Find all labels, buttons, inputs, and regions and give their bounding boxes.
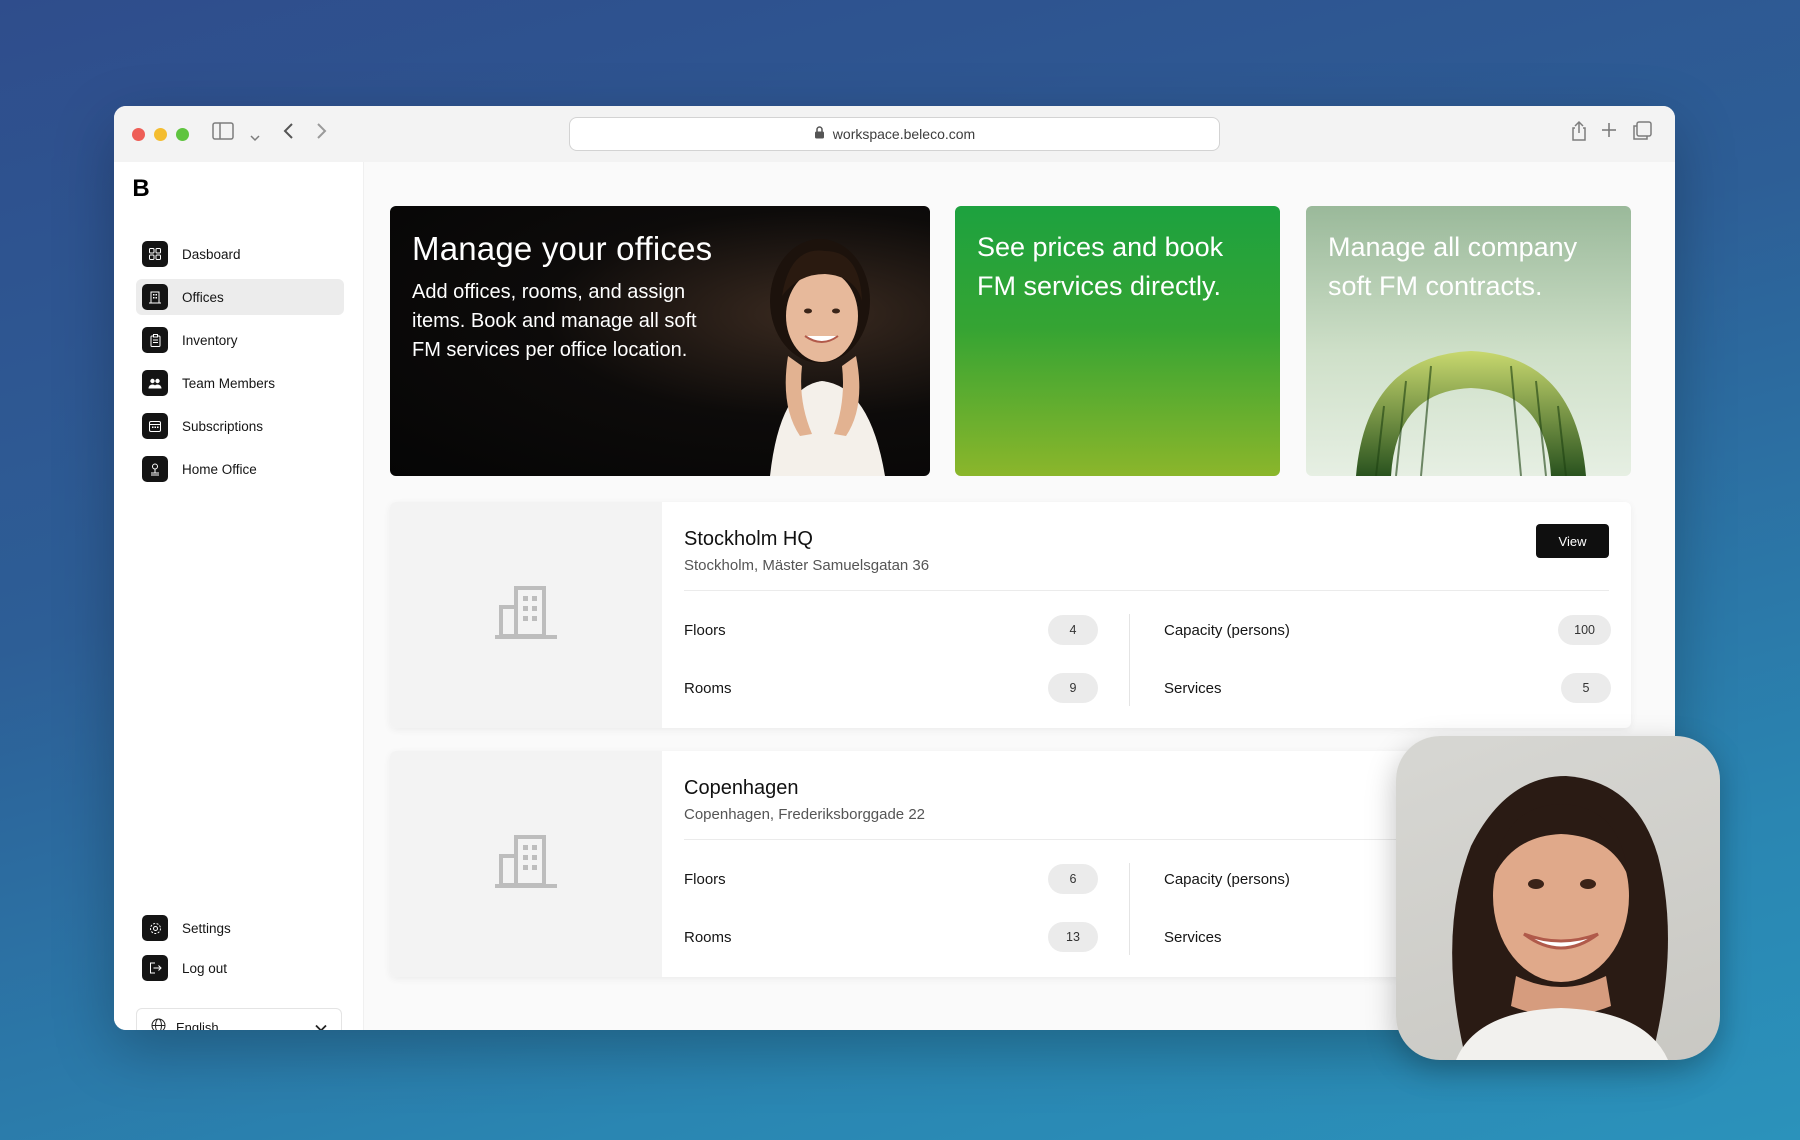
sidebar-item-label: Inventory [182, 332, 238, 348]
stat-value: 9 [1048, 673, 1098, 703]
stat-label: Floors [684, 621, 726, 639]
sidebar-item-logout[interactable]: Log out [136, 950, 344, 986]
office-name: Stockholm HQ [684, 528, 813, 550]
view-office-button[interactable]: View [1536, 524, 1609, 558]
chevron-down-icon[interactable] [250, 126, 260, 147]
stat-value: 6 [1048, 864, 1098, 894]
clipboard-icon [142, 327, 168, 353]
brand-logo[interactable]: B [124, 172, 158, 206]
sidebar-toggle-icon[interactable] [212, 122, 234, 145]
forward-icon[interactable] [316, 122, 328, 145]
sidebar-item-home-office[interactable]: Home Office [136, 451, 344, 487]
stat-label: Services [1164, 928, 1222, 946]
office-card[interactable]: Stockholm HQ Stockholm, Mäster Samuelsga… [390, 502, 1631, 728]
chevron-down-icon [315, 1020, 327, 1030]
sidebar-item-label: Subscriptions [182, 418, 264, 434]
divider [1129, 614, 1130, 706]
divider [684, 590, 1609, 591]
tabs-overview-icon[interactable] [1632, 121, 1652, 146]
stat-floors: Floors 6 [684, 863, 1098, 895]
stat-value: 5 [1561, 673, 1611, 703]
stat-floors: Floors 4 [684, 614, 1098, 646]
stat-label: Rooms [684, 679, 732, 697]
globe-icon [151, 1018, 166, 1030]
desk-icon [142, 456, 168, 482]
office-name: Copenhagen [684, 777, 799, 799]
stat-label: Rooms [684, 928, 732, 946]
grid-icon [142, 241, 168, 267]
video-call-bubble[interactable] [1396, 736, 1720, 1060]
grass-arch-image [1356, 351, 1586, 476]
sidebar-bottom-nav: Settings Log out [136, 910, 344, 990]
woman-portrait-image [1452, 776, 1668, 1060]
office-details: Stockholm HQ Stockholm, Mäster Samuelsga… [662, 502, 1631, 728]
minimize-window-button[interactable] [154, 127, 167, 141]
stat-label: Services [1164, 679, 1222, 697]
sidebar-item-offices[interactable]: Offices [136, 279, 344, 315]
gear-icon [142, 915, 168, 941]
hero-text: See prices and book FM services directly… [977, 232, 1224, 301]
new-tab-icon[interactable] [1601, 122, 1617, 143]
browser-titlebar: workspace.beleco.com [114, 106, 1675, 162]
sidebar-item-label: Home Office [182, 461, 257, 477]
sidebar-item-inventory[interactable]: Inventory [136, 322, 344, 358]
stat-label: Capacity (persons) [1164, 621, 1290, 639]
maximize-window-button[interactable] [176, 127, 189, 141]
stat-services: Services 5 [1164, 672, 1611, 704]
stat-rooms: Rooms 13 [684, 921, 1098, 953]
office-address: Stockholm, Mäster Samuelsgatan 36 [684, 557, 930, 574]
address-bar[interactable]: workspace.beleco.com [569, 117, 1220, 151]
stat-value: 4 [1048, 615, 1098, 645]
sidebar-item-label: Dasboard [182, 246, 241, 262]
sidebar-item-label: Settings [182, 920, 231, 936]
language-select[interactable]: English [136, 1008, 342, 1030]
stat-rooms: Rooms 9 [684, 672, 1098, 704]
building-icon [495, 585, 557, 646]
stat-capacity: Capacity (persons) 100 [1164, 614, 1611, 646]
sidebar-nav: Dasboard Offices Inventory Team Members [136, 236, 344, 494]
lock-icon [814, 126, 825, 142]
office-thumbnail [390, 502, 662, 728]
stat-label: Capacity (persons) [1164, 870, 1290, 888]
sidebar-item-subscriptions[interactable]: Subscriptions [136, 408, 344, 444]
office-thumbnail [390, 751, 662, 977]
stat-value: 13 [1048, 922, 1098, 952]
people-icon [142, 370, 168, 396]
hero-card-book-services[interactable]: See prices and book FM services directly… [955, 206, 1280, 476]
close-window-button[interactable] [132, 127, 145, 141]
url-text: workspace.beleco.com [832, 126, 976, 142]
sidebar-item-dashboard[interactable]: Dasboard [136, 236, 344, 272]
sidebar-item-label: Offices [182, 289, 224, 305]
woman-portrait-image [770, 239, 885, 476]
sidebar-item-label: Log out [182, 960, 228, 976]
back-icon[interactable] [282, 122, 294, 145]
office-address: Copenhagen, Frederiksborggade 22 [684, 806, 926, 823]
hero-card-contracts[interactable]: Manage all company soft FM contracts. [1306, 206, 1631, 476]
calendar-icon [142, 413, 168, 439]
sidebar-item-label: Team Members [182, 375, 276, 391]
sidebar-item-team-members[interactable]: Team Members [136, 365, 344, 401]
hero-text: Add offices, rooms, and assign items. Bo… [412, 281, 697, 361]
hero-card-offices[interactable]: Manage your offices Add offices, rooms, … [390, 206, 930, 476]
sidebar-item-settings[interactable]: Settings [136, 910, 344, 946]
logout-icon [142, 955, 168, 981]
window-controls [132, 127, 189, 141]
hero-title: Manage your offices [412, 230, 713, 267]
sidebar: B Dasboard Offices Inventory Team Member… [114, 162, 364, 1030]
hero-text: Manage all company soft FM contracts. [1328, 232, 1578, 301]
building-icon [142, 284, 168, 310]
share-icon[interactable] [1570, 120, 1588, 147]
language-value: English [176, 1019, 219, 1031]
stat-value: 100 [1558, 615, 1611, 645]
divider [1129, 863, 1130, 955]
building-icon [495, 834, 557, 895]
stat-label: Floors [684, 870, 726, 888]
